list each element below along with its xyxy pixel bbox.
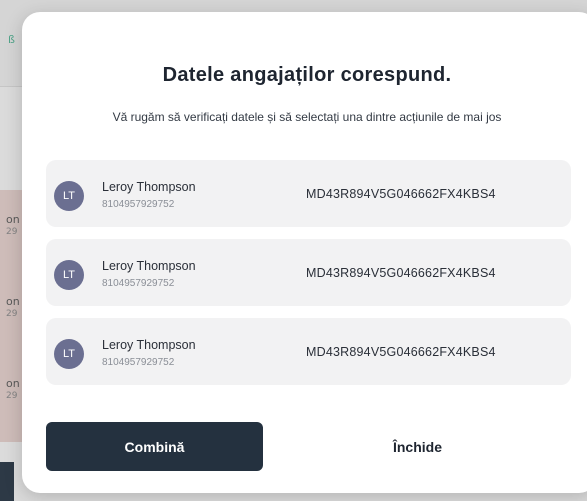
employee-iban: MD43R894V5G046662FX4KBS4 — [306, 187, 496, 201]
employee-card: LT Leroy Thompson 8104957929752 MD43R894… — [46, 318, 571, 385]
employee-name: Leroy Thompson — [102, 259, 196, 273]
employee-iban: MD43R894V5G046662FX4KBS4 — [306, 345, 496, 359]
employee-card: LT Leroy Thompson 8104957929752 MD43R894… — [46, 160, 571, 227]
employee-card: LT Leroy Thompson 8104957929752 MD43R894… — [46, 239, 571, 306]
avatar: LT — [54, 339, 84, 369]
confirm-employees-dialog: Datele angajaților corespund. Vă rugăm s… — [22, 12, 587, 493]
avatar: LT — [54, 181, 84, 211]
employee-phone: 8104957929752 — [102, 357, 175, 368]
dialog-title: Datele angajaților corespund. — [162, 64, 452, 86]
employee-phone: 8104957929752 — [102, 199, 175, 210]
employee-name: Leroy Thompson — [102, 180, 196, 194]
employee-phone: 8104957929752 — [102, 278, 175, 289]
dialog-subtitle: Vă rugăm să verificați datele și să sele… — [112, 110, 502, 124]
employee-name: Leroy Thompson — [102, 338, 196, 352]
combine-button[interactable]: Combină — [46, 422, 263, 471]
employee-list: LT Leroy Thompson 8104957929752 MD43R894… — [46, 160, 571, 397]
employee-iban: MD43R894V5G046662FX4KBS4 — [306, 266, 496, 280]
close-button[interactable]: Închide — [309, 422, 526, 471]
avatar: LT — [54, 260, 84, 290]
